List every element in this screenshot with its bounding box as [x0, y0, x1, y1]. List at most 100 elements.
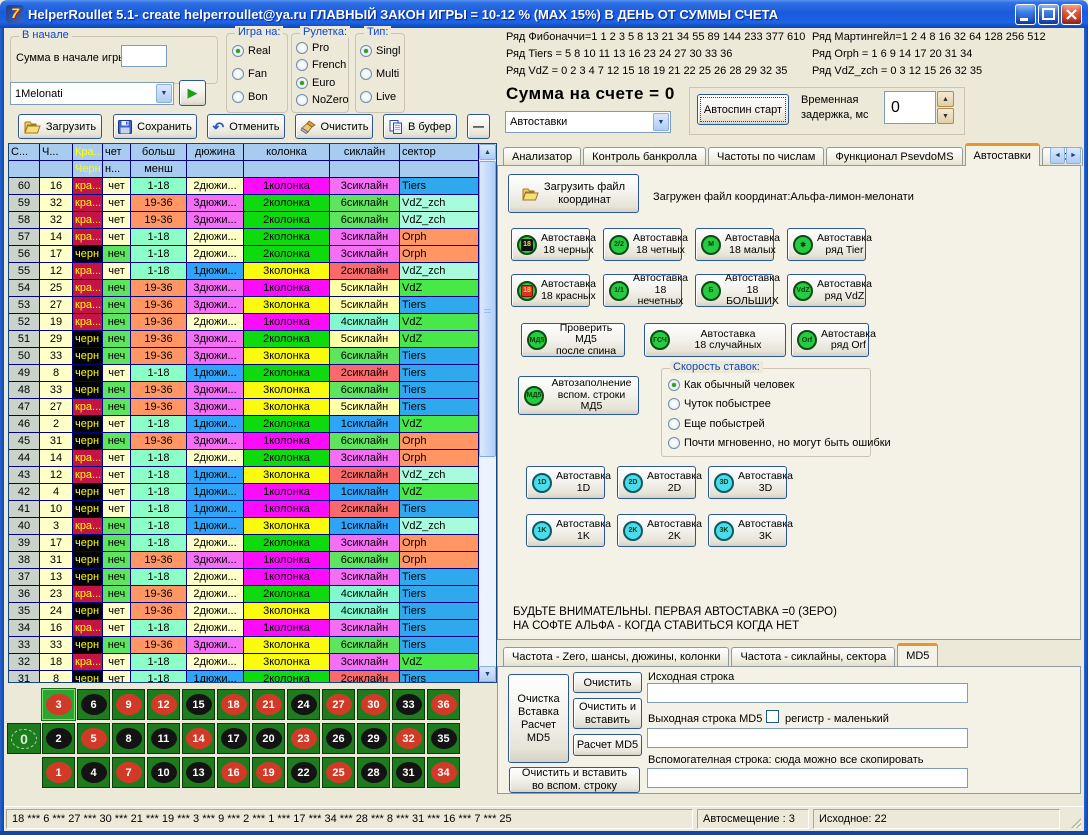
radio-icon[interactable] [232, 45, 244, 57]
table-row[interactable]: 4414кра...чет1-182дюжи...2колонка3сиклай… [9, 450, 481, 467]
table-cell[interactable]: 23 [40, 586, 73, 603]
table-cell[interactable]: 16 [40, 178, 73, 195]
table-cell[interactable]: 3колонка [244, 263, 330, 280]
table-cell[interactable]: 41 [9, 501, 40, 518]
bet-button[interactable]: 18Автоставка 18 черных [511, 228, 590, 261]
md5-clear-button[interactable]: Очистить [573, 672, 642, 693]
table-cell[interactable]: 3дюжи... [187, 637, 244, 654]
table-cell[interactable]: 19-36 [131, 603, 187, 620]
table-row[interactable]: 4727кра...неч19-363дюжи...3колонка5сикла… [9, 399, 481, 416]
table-cell[interactable]: 50 [9, 348, 40, 365]
tab-scroll-right[interactable]: ► [1066, 147, 1081, 164]
table-cell[interactable]: неч [103, 246, 131, 263]
table-cell[interactable]: 5сиклайн [330, 399, 400, 416]
delay-spin-up[interactable]: ▲ [937, 91, 954, 107]
table-cell[interactable]: 3сиклайн [330, 535, 400, 552]
table-cell[interactable]: 19-36 [131, 297, 187, 314]
board-cell[interactable]: 33 [392, 689, 425, 720]
board-cell[interactable]: 19 [252, 757, 285, 788]
radio-icon[interactable] [360, 45, 372, 57]
table-cell[interactable]: 19-36 [131, 399, 187, 416]
close-button[interactable] [1061, 4, 1082, 25]
table-cell[interactable]: чет [103, 416, 131, 433]
table-cell[interactable]: 32 [40, 195, 73, 212]
table-cell[interactable]: 4сиклайн [330, 314, 400, 331]
table-cell[interactable]: черн [73, 569, 103, 586]
table-cell[interactable]: 3дюжи... [187, 348, 244, 365]
table-cell[interactable]: 38 [9, 552, 40, 569]
table-cell[interactable]: 3сиклайн [330, 654, 400, 671]
table-cell[interactable]: Orph [400, 246, 479, 263]
bet-button[interactable]: 1KАвтоставка 1K [526, 514, 605, 547]
toolbar-button[interactable]: ↶Отменить [207, 114, 285, 139]
radio-option[interactable]: Real [232, 45, 285, 57]
table-cell[interactable]: 1-18 [131, 620, 187, 637]
table-cell[interactable]: 36 [9, 586, 40, 603]
bet-button[interactable]: 18Автоставка 18 красных [511, 274, 590, 307]
table-cell[interactable]: 2сиклайн [330, 365, 400, 382]
table-cell[interactable]: 3дюжи... [187, 552, 244, 569]
table-cell[interactable]: неч [103, 382, 131, 399]
delay-input[interactable] [884, 91, 936, 124]
table-cell[interactable]: 5сиклайн [330, 331, 400, 348]
table-row[interactable]: 5617черннеч1-182дюжи...2колонка3сиклайнO… [9, 246, 481, 263]
table-cell[interactable]: Orph [400, 535, 479, 552]
table-cell[interactable]: кра... [73, 229, 103, 246]
table-cell[interactable]: 2сиклайн [330, 501, 400, 518]
table-cell[interactable]: черн [73, 382, 103, 399]
radio-icon[interactable] [296, 59, 308, 71]
table-cell[interactable]: 57 [9, 229, 40, 246]
table-cell[interactable]: кра... [73, 212, 103, 229]
table-cell[interactable]: 1-18 [131, 671, 187, 683]
radio-option[interactable]: Fan [232, 68, 285, 80]
tab-item[interactable]: Контроль банкролла [583, 147, 706, 166]
table-cell[interactable]: 19-36 [131, 280, 187, 297]
table-cell[interactable]: 4сиклайн [330, 586, 400, 603]
table-cell[interactable]: Tiers [400, 178, 479, 195]
scroll-up-arrow[interactable]: ▲ [479, 144, 496, 160]
radio-icon[interactable] [360, 91, 372, 103]
table-cell[interactable]: 3дюжи... [187, 280, 244, 297]
table-row[interactable]: 5129черннеч19-363дюжи...2колонка5сиклайн… [9, 331, 481, 348]
table-cell[interactable]: 2колонка [244, 671, 330, 683]
bet-button[interactable]: 3DАвтоставка 3D [708, 466, 787, 499]
board-cell[interactable]: 20 [252, 723, 285, 754]
run-profile-button[interactable]: ▶ [179, 80, 206, 106]
table-cell[interactable]: 17 [40, 535, 73, 552]
table-cell[interactable]: кра... [73, 314, 103, 331]
radio-option[interactable]: Bon [232, 91, 285, 103]
table-cell[interactable]: 1колонка [244, 280, 330, 297]
table-cell[interactable]: 4 [40, 484, 73, 501]
radio-option[interactable]: French [296, 59, 347, 71]
table-cell[interactable]: 19-36 [131, 331, 187, 348]
table-cell[interactable]: VdZ [400, 484, 479, 501]
bet-button[interactable]: 2DАвтоставка 2D [617, 466, 696, 499]
md5-output-input[interactable] [647, 728, 968, 748]
table-cell[interactable]: черн [73, 433, 103, 450]
table-cell[interactable]: 3колонка [244, 297, 330, 314]
md5-aux-input[interactable] [647, 768, 968, 788]
table-cell[interactable]: 19-36 [131, 212, 187, 229]
table-cell[interactable]: VdZ_zch [400, 467, 479, 484]
board-cell[interactable]: 6 [77, 689, 110, 720]
table-row[interactable]: 5327кра...неч19-363дюжи...3колонка5сикла… [9, 297, 481, 314]
table-cell[interactable]: неч [103, 348, 131, 365]
table-cell[interactable]: 3колонка [244, 382, 330, 399]
radio-icon[interactable] [232, 68, 244, 80]
table-cell[interactable]: 1сиклайн [330, 416, 400, 433]
table-cell[interactable]: черн [73, 416, 103, 433]
table-cell[interactable]: Orph [400, 433, 479, 450]
table-cell[interactable]: черн [73, 637, 103, 654]
table-cell[interactable]: чет [103, 450, 131, 467]
table-cell[interactable]: VdZ [400, 314, 479, 331]
board-cell[interactable]: 1 [42, 757, 75, 788]
table-cell[interactable]: 14 [40, 450, 73, 467]
table-cell[interactable]: 2дюжи... [187, 569, 244, 586]
table-row[interactable]: 403кра...неч1-181дюжи...3колонка1сиклайн… [9, 518, 481, 535]
table-cell[interactable]: 2сиклайн [330, 263, 400, 280]
table-cell[interactable]: 33 [9, 637, 40, 654]
table-cell[interactable]: 3колонка [244, 348, 330, 365]
table-cell[interactable]: VdZ [400, 654, 479, 671]
table-cell[interactable]: 3дюжи... [187, 297, 244, 314]
table-cell[interactable]: 3колонка [244, 637, 330, 654]
